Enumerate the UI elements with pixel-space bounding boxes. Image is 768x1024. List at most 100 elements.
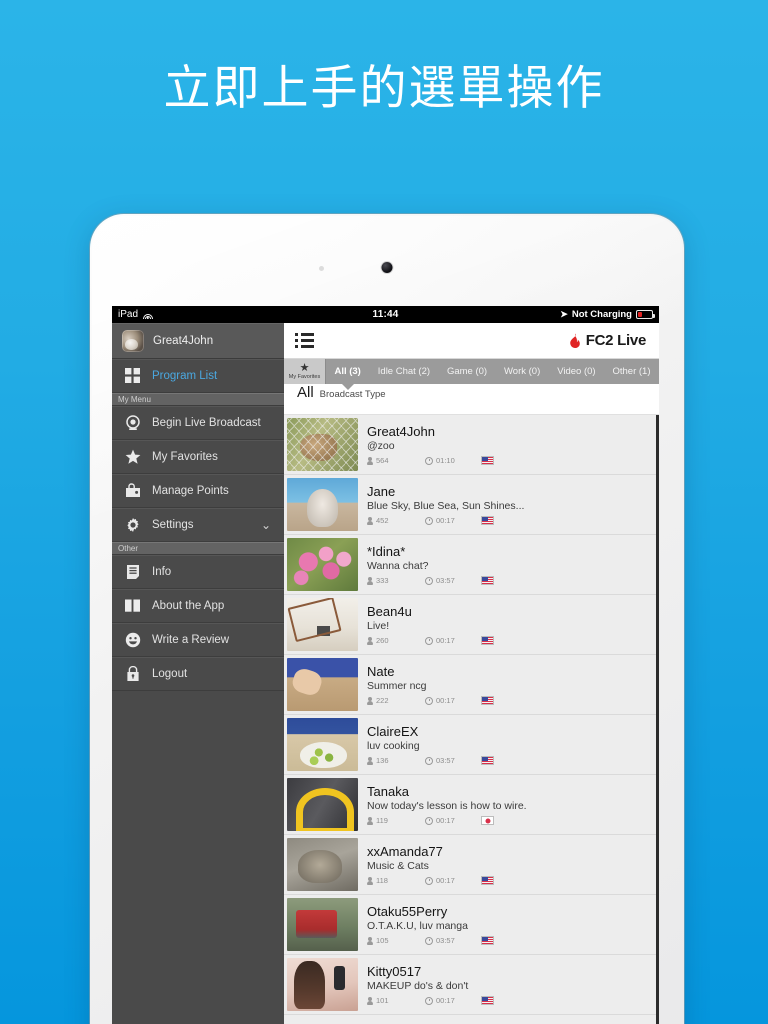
clock-icon (425, 576, 433, 585)
list-item-stats: 119 00:17 (367, 816, 649, 825)
viewer-count: 333 (367, 576, 425, 585)
clock-icon (425, 876, 433, 885)
wallet-icon (123, 481, 142, 500)
list-item-stats: 101 00:17 (367, 996, 649, 1005)
person-icon (367, 876, 373, 885)
list-item-meta: Kitty0517 MAKEUP do's & don't 101 00:17 (367, 964, 649, 1005)
tab-work[interactable]: Work (0) (496, 359, 549, 384)
sidebar-section-my-menu: My Menu (112, 393, 284, 406)
content-pane: FC2 Live ★ My Favorites All (3) Idle Cha… (284, 323, 659, 1024)
list-item[interactable]: *Idina* Wanna chat? 333 03:57 (284, 535, 659, 595)
sidebar-item-begin-live-broadcast[interactable]: Begin Live Broadcast (112, 406, 284, 440)
tab-video[interactable]: Video (0) (549, 359, 604, 384)
app-root: Great4John Program List My Menu Begin Li… (112, 323, 659, 1024)
country-flag-icon (481, 936, 494, 945)
sidebar-item-logout[interactable]: Logout (112, 657, 284, 691)
viewer-count: 260 (367, 636, 425, 645)
duration: 03:57 (425, 936, 481, 945)
list-item[interactable]: Kitty0517 MAKEUP do's & don't 101 00:17 (284, 955, 659, 1015)
tab-idle-chat[interactable]: Idle Chat (2) (369, 359, 438, 384)
lock-icon (123, 664, 142, 683)
sidebar-item-write-a-review[interactable]: Write a Review (112, 623, 284, 657)
tab-game[interactable]: Game (0) (439, 359, 496, 384)
fc2-live-logo: FC2 Live (568, 332, 646, 349)
list-item[interactable]: ClaireEX luv cooking 136 03:57 (284, 715, 659, 775)
sidebar-item-label: Manage Points (152, 484, 229, 497)
list-item-meta: Great4John @zoo 564 01:10 (367, 424, 649, 465)
duration: 00:17 (425, 876, 481, 885)
status-right: ➤ Not Charging (560, 309, 655, 320)
person-icon (367, 516, 373, 525)
list-item-meta: Tanaka Now today's lesson is how to wire… (367, 784, 649, 825)
broadcast-title: O.T.A.K.U, luv manga (367, 920, 468, 932)
thumbnail (287, 418, 358, 471)
thumbnail (287, 598, 358, 651)
broadcast-title: Live! (367, 620, 390, 632)
chevron-down-icon[interactable]: ⌄ (261, 518, 271, 532)
list-icon[interactable] (295, 333, 314, 348)
sidebar-item-manage-points[interactable]: Manage Points (112, 474, 284, 508)
sidebar: Great4John Program List My Menu Begin Li… (112, 323, 284, 1024)
ipad-screen: iPad 11:44 ➤ Not Charging Great4John Pro… (112, 306, 659, 1024)
tab-my-favorites[interactable]: ★ My Favorites (284, 359, 326, 384)
clock-icon (425, 756, 433, 765)
tab-other[interactable]: Other (1) (604, 359, 659, 384)
viewer-count: 222 (367, 696, 425, 705)
ios-status-bar: iPad 11:44 ➤ Not Charging (112, 306, 659, 323)
document-icon (123, 562, 142, 581)
sidebar-item-about-the-app[interactable]: About the App (112, 589, 284, 623)
ipad-device-frame: iPad 11:44 ➤ Not Charging Great4John Pro… (90, 214, 684, 1024)
thumbnail (287, 838, 358, 891)
sidebar-user-row[interactable]: Great4John (112, 323, 284, 359)
list-item-stats: 118 00:17 (367, 876, 649, 885)
tab-all[interactable]: All (3) (326, 359, 369, 384)
broadcast-icon (123, 413, 142, 432)
person-icon (367, 576, 373, 585)
sidebar-item-info[interactable]: Info (112, 555, 284, 589)
broadcast-title: Now today's lesson is how to wire. (367, 800, 527, 812)
person-icon (367, 636, 373, 645)
list-item-meta: Bean4u Live! 260 00:17 (367, 604, 649, 645)
list-item[interactable]: Tanaka Now today's lesson is how to wire… (284, 775, 659, 835)
country-flag-icon (481, 696, 494, 705)
sidebar-item-label: My Favorites (152, 450, 218, 463)
broadcast-title: Music & Cats (367, 860, 429, 872)
list-item[interactable]: Otaku55Perry O.T.A.K.U, luv manga 105 03… (284, 895, 659, 955)
thumbnail (287, 478, 358, 531)
viewer-count: 105 (367, 936, 425, 945)
list-item-meta: Nate Summer ncg 222 00:17 (367, 664, 649, 705)
country-flag-icon (481, 636, 494, 645)
thumbnail (287, 718, 358, 771)
sidebar-item-label: Info (152, 565, 172, 578)
broadcaster-name: Great4John (367, 424, 435, 439)
broadcast-list: Great4John @zoo 564 01:10 Jane Blue Sky,… (284, 415, 659, 1024)
sidebar-item-my-favorites[interactable]: My Favorites (112, 440, 284, 474)
sidebar-item-label: About the App (152, 599, 225, 612)
list-item[interactable]: Jane Blue Sky, Blue Sea, Sun Shines... 4… (284, 475, 659, 535)
clock-icon (425, 936, 433, 945)
list-item[interactable]: Nate Summer ncg 222 00:17 (284, 655, 659, 715)
brand-live-text: Live (617, 332, 646, 349)
person-icon (367, 756, 373, 765)
thumbnail (287, 658, 358, 711)
broadcaster-name: Otaku55Perry (367, 904, 448, 919)
person-icon (367, 936, 373, 945)
sidebar-item-program-list[interactable]: Program List (112, 359, 284, 393)
country-flag-icon (481, 756, 494, 765)
clock-icon (425, 636, 433, 645)
list-item-meta: *Idina* Wanna chat? 333 03:57 (367, 544, 649, 585)
list-item[interactable]: Bean4u Live! 260 00:17 (284, 595, 659, 655)
list-item[interactable]: Great4John @zoo 564 01:10 (284, 415, 659, 475)
list-item-meta: Jane Blue Sky, Blue Sea, Sun Shines... 4… (367, 484, 649, 525)
front-camera (381, 262, 393, 273)
clock-icon (425, 996, 433, 1005)
sidebar-item-settings[interactable]: Settings ⌄ (112, 508, 284, 542)
list-scrollbar[interactable] (656, 415, 659, 1024)
broadcast-title: Summer ncg (367, 680, 427, 692)
person-icon (367, 816, 373, 825)
list-item-meta: ClaireEX luv cooking 136 03:57 (367, 724, 649, 765)
thumbnail (287, 958, 358, 1011)
country-flag-icon (481, 996, 494, 1005)
clock-icon (425, 816, 433, 825)
list-item[interactable]: xxAmanda77 Music & Cats 118 00:17 (284, 835, 659, 895)
